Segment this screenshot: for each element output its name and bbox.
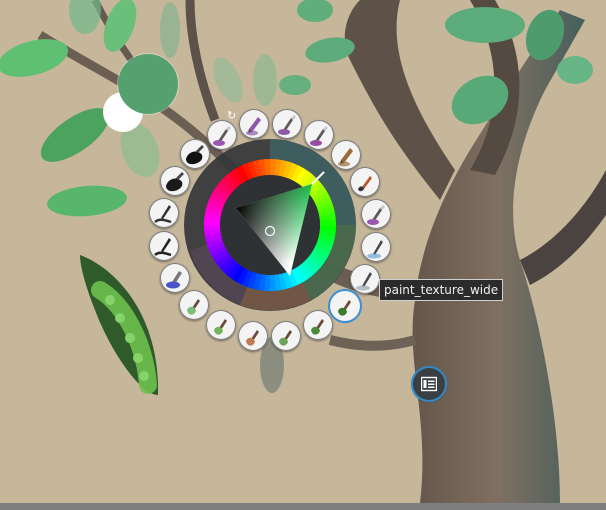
- brush-preset-16[interactable]: [149, 197, 180, 228]
- brush-tip-icon: [187, 299, 201, 316]
- brush-preset-10[interactable]: [271, 320, 302, 351]
- brush-tip-icon: [338, 299, 352, 316]
- docker-list-icon: [421, 376, 437, 392]
- brush-tip-icon: [358, 175, 373, 191]
- drawing-canvas[interactable]: ↻ paint_texture_wide: [0, 0, 606, 503]
- brush-tip-icon: [366, 204, 385, 225]
- brush-tip-icon: [279, 329, 293, 346]
- brush-preset-1[interactable]: [272, 109, 303, 140]
- brush-preset-18[interactable]: [179, 139, 210, 170]
- brush-tip-icon: [154, 204, 172, 224]
- brush-tip-icon: [165, 172, 184, 192]
- brush-preset-14[interactable]: [159, 263, 190, 294]
- brush-preset-12[interactable]: [206, 310, 237, 341]
- foreground-color-swatch[interactable]: [118, 54, 178, 114]
- brush-preset-4[interactable]: [350, 166, 381, 197]
- brush-tip-icon: [337, 147, 353, 167]
- brush-tip-icon: [245, 117, 261, 136]
- brush-preset-6[interactable]: [360, 232, 391, 263]
- brush-preset-13[interactable]: [179, 290, 210, 321]
- brush-tip-icon: [212, 125, 231, 146]
- brush-preset-8[interactable]: [330, 290, 361, 321]
- preset-tooltip: paint_texture_wide: [379, 279, 504, 301]
- brush-tip-icon: [185, 145, 204, 165]
- brush-tip-icon: [154, 238, 172, 257]
- brush-preset-11[interactable]: [237, 320, 268, 351]
- brush-tip-icon: [309, 125, 328, 146]
- brush-preset-3[interactable]: [330, 139, 361, 170]
- brush-preset-5[interactable]: [360, 198, 391, 229]
- brush-preset-15[interactable]: [149, 231, 180, 262]
- brush-tip-icon: [311, 319, 325, 336]
- brush-tip-icon: [165, 271, 182, 289]
- brush-tip-icon: [278, 115, 297, 136]
- brush-tip-icon: [245, 329, 259, 346]
- brush-tip-icon: [214, 319, 228, 335]
- artwork: [0, 0, 606, 503]
- brush-preset-2[interactable]: [303, 119, 334, 150]
- status-bar: [0, 503, 606, 510]
- brush-tip-icon: [356, 268, 375, 291]
- brush-preset-7[interactable]: [350, 263, 381, 294]
- brush-tip-icon: [366, 237, 385, 259]
- brush-preset-9[interactable]: [303, 310, 334, 341]
- brush-preset-17[interactable]: [159, 166, 190, 197]
- brush-preset-19[interactable]: [206, 119, 237, 150]
- brush-preset-20[interactable]: [238, 109, 269, 140]
- docker-button[interactable]: [413, 368, 445, 400]
